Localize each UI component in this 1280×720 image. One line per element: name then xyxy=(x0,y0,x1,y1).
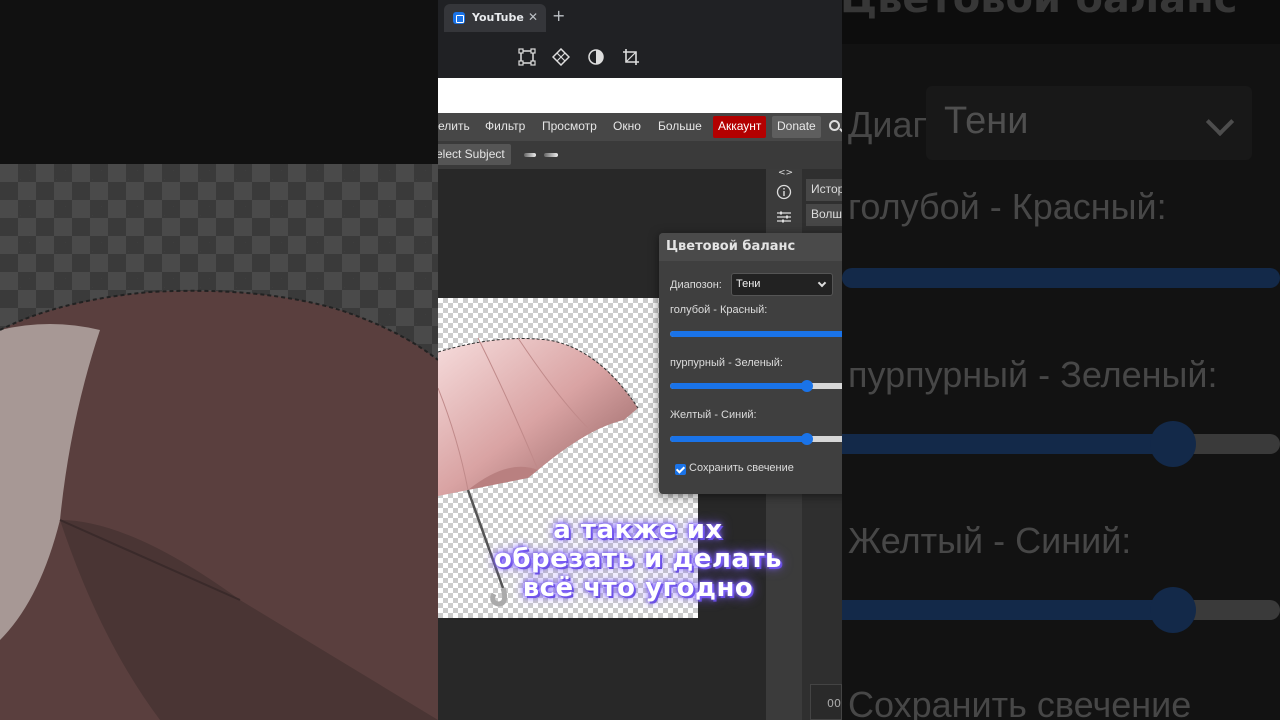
info-icon[interactable] xyxy=(776,184,792,200)
preserve-luminosity-checkbox[interactable] xyxy=(675,464,686,475)
range-select-value: Тени xyxy=(736,278,761,290)
range-label: Диапозон: xyxy=(670,279,722,291)
brush-large-icon[interactable] xyxy=(544,153,558,157)
menu-more[interactable]: Больше xyxy=(658,119,702,133)
app-favicon-icon xyxy=(453,12,465,24)
caption-line-2: обрезать и делать xyxy=(494,544,782,574)
slider-cyan-red[interactable] xyxy=(670,331,842,337)
bottom-value-box[interactable]: 00 xyxy=(810,684,842,720)
menu-filter[interactable]: Фильтр xyxy=(485,119,525,133)
menubar: елить Фильтр Просмотр Окно Больше Аккаун… xyxy=(438,113,842,141)
background-right-zoom: Цветовой баланс Диапозон: Тени голубой -… xyxy=(842,0,1280,720)
options-bar: elect Subject xyxy=(438,141,842,169)
video-frame: Цветовой баланс Диапозон: Тени голубой -… xyxy=(0,0,1280,720)
tab-title: YouTube xyxy=(472,11,524,24)
slider-magenta-green-label: пурпурный - Зеленый: xyxy=(670,357,783,369)
menu-window[interactable]: Окно xyxy=(613,119,641,133)
browser-tab[interactable]: YouTube ✕ xyxy=(444,4,546,32)
color-balance-dialog: Цветовой баланс Диапозон: Тени голубой -… xyxy=(659,233,842,494)
contrast-icon[interactable] xyxy=(587,48,605,66)
account-button[interactable]: Аккаунт xyxy=(713,116,767,138)
menu-view[interactable]: Просмотр xyxy=(542,119,597,133)
editor-screen: YouTube ✕ + елить Фильтр Просмотр Окно Б… xyxy=(438,0,842,720)
crop-icon[interactable] xyxy=(622,48,640,66)
dialog-title: Цветовой баланс xyxy=(666,239,796,254)
search-icon[interactable] xyxy=(829,120,840,131)
browser-tabbar: YouTube ✕ + xyxy=(438,0,842,36)
video-caption: а также их обрезать и делать всё что уго… xyxy=(478,516,798,603)
tab-history[interactable]: Истор xyxy=(806,179,842,201)
adjustments-icon[interactable] xyxy=(776,209,792,225)
menu-select[interactable]: елить xyxy=(438,119,470,133)
collapse-panel-toggle[interactable]: <> xyxy=(778,168,793,178)
chevron-down-icon xyxy=(817,278,827,288)
slider-magenta-green[interactable] xyxy=(670,380,842,392)
tools-row xyxy=(438,36,842,78)
slider-yellow-blue-label: Желтый - Синий: xyxy=(670,409,757,421)
tab-magic[interactable]: Волше xyxy=(806,204,842,226)
close-icon[interactable]: ✕ xyxy=(528,10,538,24)
caption-line-3: всё что угодно xyxy=(522,573,754,603)
umbrella-zoom-image xyxy=(0,289,438,720)
address-bar[interactable] xyxy=(438,78,842,113)
donate-button[interactable]: Donate xyxy=(772,116,821,138)
warp-icon[interactable] xyxy=(552,48,570,66)
brush-small-icon[interactable] xyxy=(524,153,536,157)
slider-cyan-red-label: голубой - Красный: xyxy=(670,304,768,316)
dialog-header[interactable]: Цветовой баланс xyxy=(659,233,842,261)
background-left-zoom xyxy=(0,0,438,720)
preserve-luminosity-label: Сохранить свечение xyxy=(689,462,794,474)
select-subject-button[interactable]: elect Subject xyxy=(438,144,511,165)
transform-icon[interactable] xyxy=(518,48,536,66)
slider-yellow-blue[interactable] xyxy=(670,433,842,445)
caption-line-1: а также их xyxy=(553,515,723,545)
range-select[interactable]: Тени xyxy=(731,273,833,296)
new-tab-button[interactable]: + xyxy=(552,7,565,25)
